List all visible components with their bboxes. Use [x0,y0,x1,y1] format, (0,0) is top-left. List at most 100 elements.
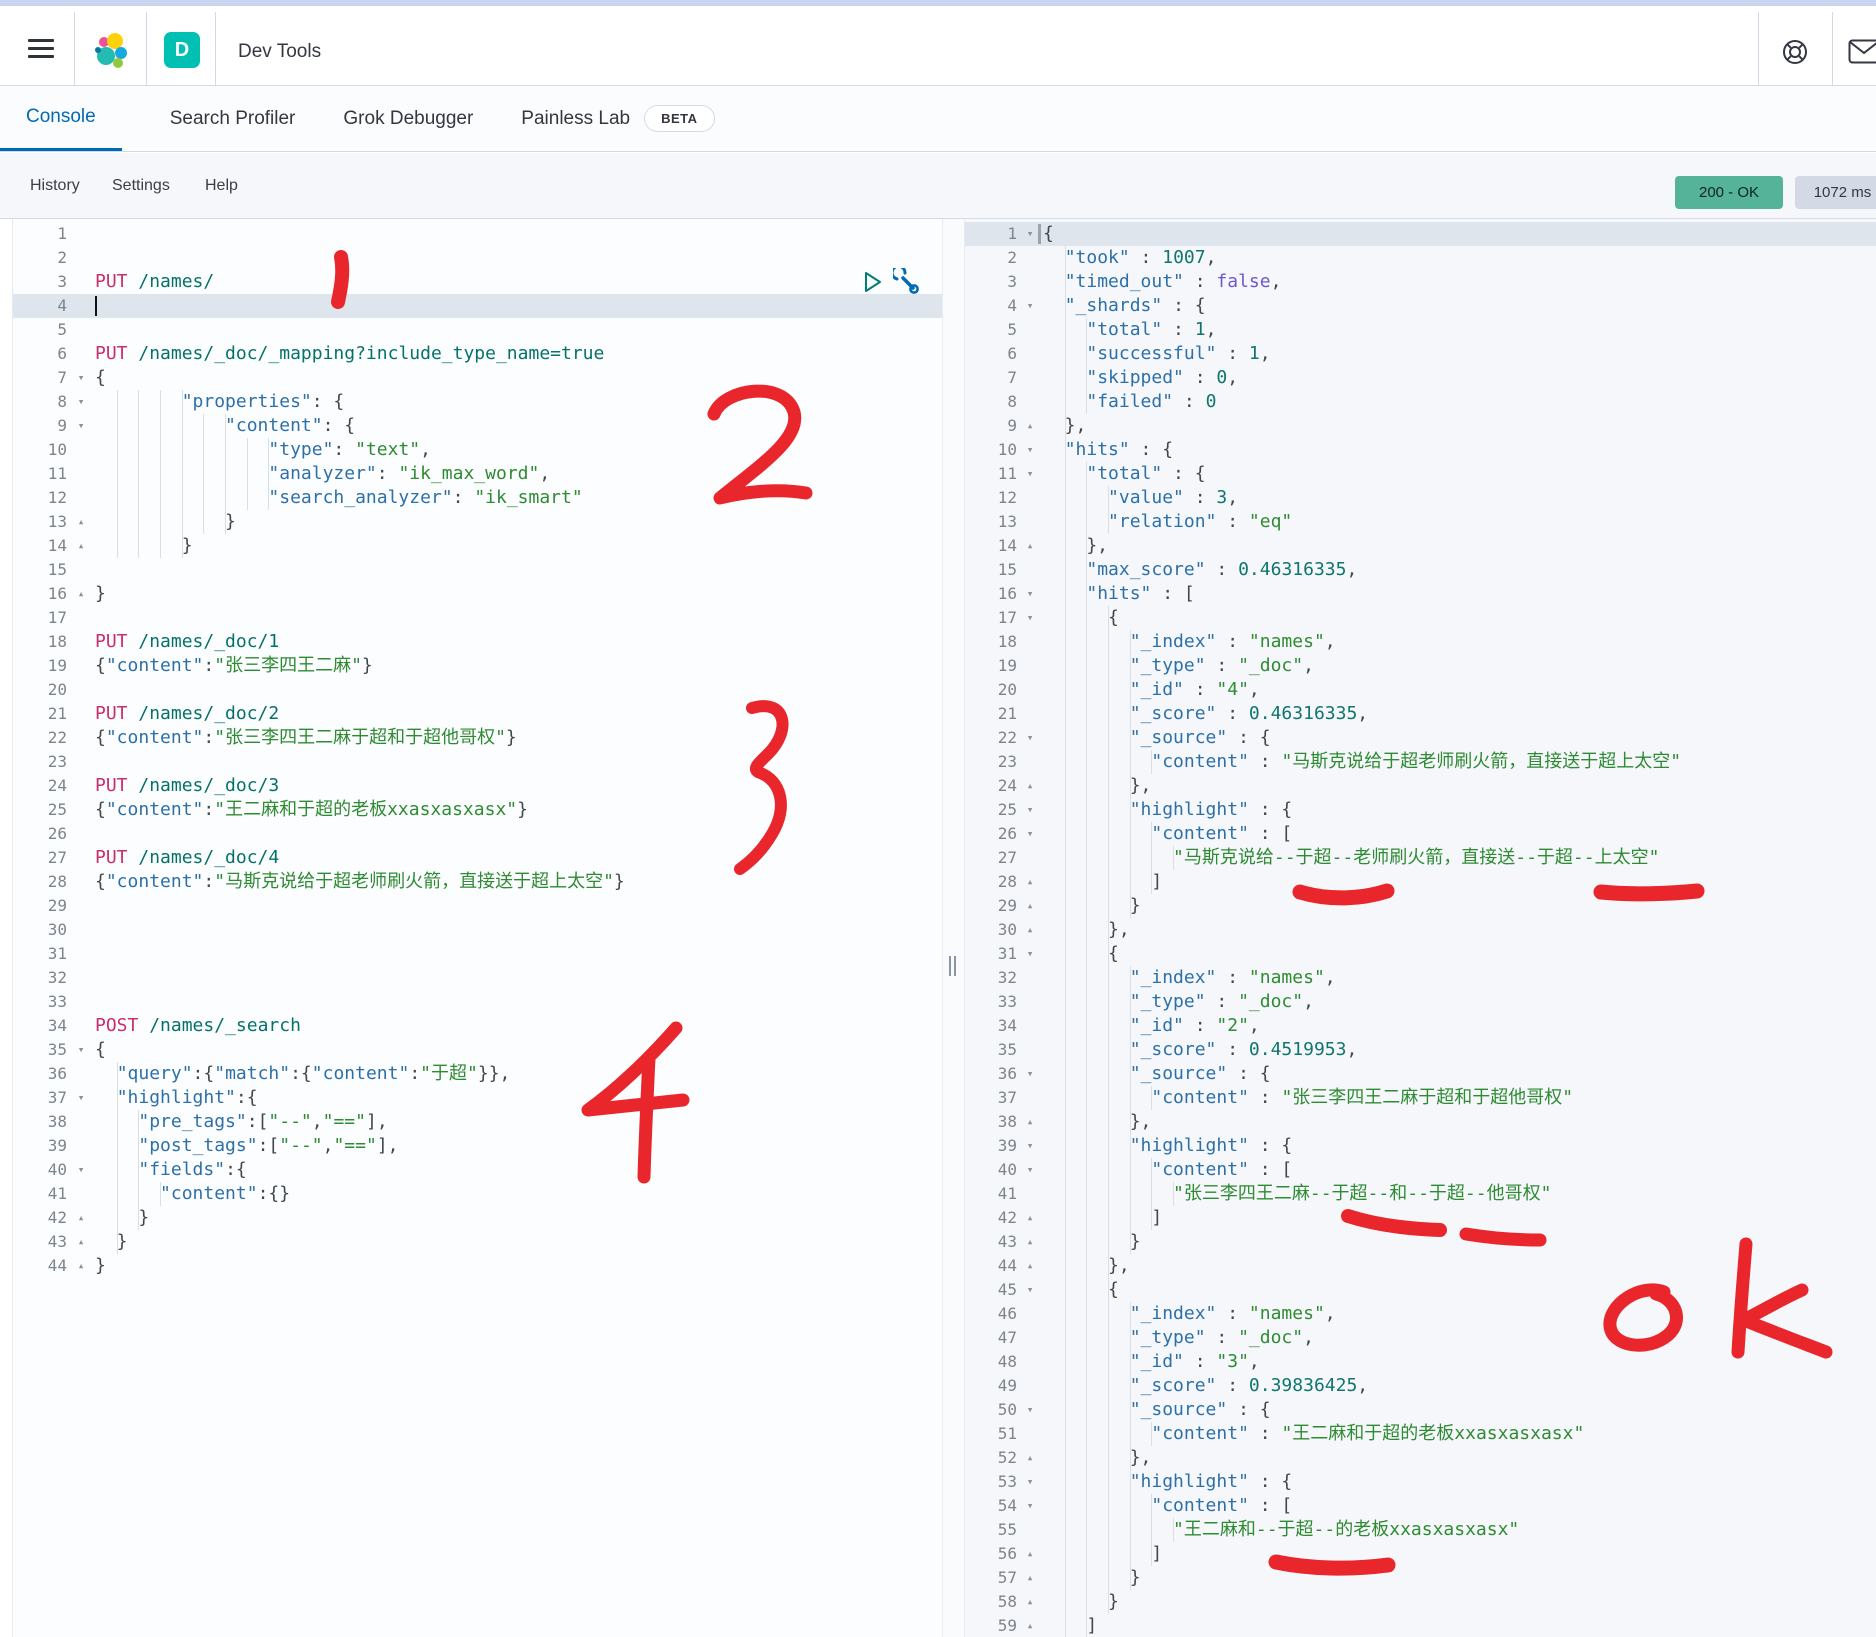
code-line[interactable]: 9▴ }, [965,414,1876,438]
code-line[interactable]: 1▾{ [965,222,1876,246]
fold-toggle-icon[interactable]: ▴ [1017,1254,1043,1278]
code-line[interactable]: 34POST /names/_search [13,1014,942,1038]
fold-toggle-icon[interactable]: ▴ [1017,1230,1043,1254]
code-line[interactable]: 39▾ "highlight" : { [965,1134,1876,1158]
code-line[interactable]: 34 "_id" : "2", [965,1014,1876,1038]
menu-icon[interactable] [28,39,54,59]
tab-painless-lab[interactable]: Painless Lab BETA [521,86,714,151]
code-line[interactable]: 53▾ "highlight" : { [965,1470,1876,1494]
code-line[interactable]: 14▴ }, [965,534,1876,558]
fold-toggle-icon[interactable]: ▾ [67,390,95,414]
code-line[interactable]: 27 "马斯克说给--于超--老师刷火箭，直接送--于超--上太空" [965,846,1876,870]
code-line[interactable]: 2 "took" : 1007, [965,246,1876,270]
code-line[interactable]: 44▴} [13,1254,942,1278]
fold-toggle-icon[interactable]: ▾ [1017,1470,1043,1494]
code-line[interactable]: 37 "content" : "张三李四王二麻于超和于超他哥权" [965,1086,1876,1110]
code-line[interactable]: 38▴ }, [965,1110,1876,1134]
fold-toggle-icon[interactable]: ▾ [1017,1062,1043,1086]
code-line[interactable]: 14▴ } [13,534,942,558]
fold-toggle-icon[interactable]: ▴ [1017,1206,1043,1230]
fold-toggle-icon[interactable]: ▴ [67,510,95,534]
code-line[interactable]: 24PUT /names/_doc/3 [13,774,942,798]
fold-toggle-icon[interactable]: ▴ [67,534,95,558]
code-line[interactable]: 5 [13,318,942,342]
fold-toggle-icon[interactable]: ▴ [1017,1110,1043,1134]
fold-toggle-icon[interactable]: ▴ [1017,774,1043,798]
fold-toggle-icon[interactable]: ▴ [1017,918,1043,942]
fold-toggle-icon[interactable]: ▾ [1017,1158,1043,1182]
code-line[interactable]: 57▴ } [965,1566,1876,1590]
code-line[interactable]: 33 [13,990,942,1014]
code-line[interactable]: 42▴ ] [965,1206,1876,1230]
mail-icon[interactable] [1848,39,1876,65]
fold-toggle-icon[interactable]: ▾ [1017,1494,1043,1518]
code-line[interactable]: 12 "search_analyzer": "ik_smart" [13,486,942,510]
wrench-icon[interactable] [893,268,920,295]
fold-toggle-icon[interactable]: ▴ [1017,1590,1043,1614]
fold-toggle-icon[interactable]: ▴ [1017,534,1043,558]
code-line[interactable]: 12 "value" : 3, [965,486,1876,510]
code-line[interactable]: 45▾ { [965,1278,1876,1302]
fold-toggle-icon[interactable]: ▾ [1017,726,1043,750]
fold-toggle-icon[interactable]: ▾ [67,1038,95,1062]
code-line[interactable]: 20 [13,678,942,702]
code-line[interactable]: 8 "failed" : 0 [965,390,1876,414]
help-icon[interactable] [1780,37,1810,67]
fold-toggle-icon[interactable]: ▴ [67,1206,95,1230]
code-line[interactable]: 31 [13,942,942,966]
code-line[interactable]: 6 "successful" : 1, [965,342,1876,366]
code-line[interactable]: 23 [13,750,942,774]
send-request-icon[interactable] [863,271,883,293]
code-line[interactable]: 30▴ }, [965,918,1876,942]
settings-menu[interactable]: Settings [112,153,170,218]
code-line[interactable]: 25▾ "highlight" : { [965,798,1876,822]
response-viewer[interactable]: 1▾{2 "took" : 1007,3 "timed_out" : false… [965,219,1876,1637]
code-line[interactable]: 13 "relation" : "eq" [965,510,1876,534]
code-line[interactable]: 50▾ "_source" : { [965,1398,1876,1422]
fold-toggle-icon[interactable]: ▾ [1017,1398,1043,1422]
code-line[interactable]: 7▾{ [13,366,942,390]
code-line[interactable]: 47 "_type" : "_doc", [965,1326,1876,1350]
code-line[interactable]: 9▾ "content": { [13,414,942,438]
code-line[interactable]: 49 "_score" : 0.39836425, [965,1374,1876,1398]
fold-toggle-icon[interactable]: ▴ [1017,1542,1043,1566]
fold-toggle-icon[interactable]: ▴ [67,1230,95,1254]
code-line[interactable]: 52▴ }, [965,1446,1876,1470]
code-line[interactable]: 5 "total" : 1, [965,318,1876,342]
fold-toggle-icon[interactable]: ▴ [67,582,95,606]
code-line[interactable]: 4▾ "_shards" : { [965,294,1876,318]
code-line[interactable]: 11▾ "total" : { [965,462,1876,486]
code-line[interactable]: 36▾ "_source" : { [965,1062,1876,1086]
code-line[interactable]: 17▾ { [965,606,1876,630]
code-line[interactable]: 24▴ }, [965,774,1876,798]
fold-toggle-icon[interactable]: ▾ [1017,606,1043,630]
fold-toggle-icon[interactable]: ▾ [1017,942,1043,966]
tab-console[interactable]: Console [0,86,122,151]
code-line[interactable]: 18 "_index" : "names", [965,630,1876,654]
code-line[interactable]: 42▴ } [13,1206,942,1230]
code-line[interactable]: 55 "王二麻和--于超--的老板xxasxasxasx" [965,1518,1876,1542]
code-line[interactable]: 21PUT /names/_doc/2 [13,702,942,726]
code-line[interactable]: 43▴ } [13,1230,942,1254]
code-line[interactable]: 22▾ "_source" : { [965,726,1876,750]
code-line[interactable]: 33 "_type" : "_doc", [965,990,1876,1014]
code-line[interactable]: 22{"content":"张三李四王二麻于超和于超他哥权"} [13,726,942,750]
fold-toggle-icon[interactable]: ▴ [67,1254,95,1278]
code-line[interactable]: 23 "content" : "马斯克说给于超老师刷火箭，直接送于超上太空" [965,750,1876,774]
code-line[interactable]: 10▾ "hits" : { [965,438,1876,462]
code-line[interactable]: 8▾ "properties": { [13,390,942,414]
fold-toggle-icon[interactable]: ▾ [1017,294,1043,318]
code-line[interactable]: 58▴ } [965,1590,1876,1614]
fold-toggle-icon[interactable]: ▾ [1017,462,1043,486]
fold-toggle-icon[interactable]: ▾ [67,414,95,438]
code-line[interactable]: 3PUT /names/ [13,270,942,294]
code-line[interactable]: 25{"content":"王二麻和于超的老板xxasxasxasx"} [13,798,942,822]
elastic-logo[interactable] [93,33,129,69]
code-line[interactable]: 29▴ } [965,894,1876,918]
code-line[interactable]: 41 "content":{} [13,1182,942,1206]
code-line[interactable]: 29 [13,894,942,918]
fold-toggle-icon[interactable]: ▾ [67,366,95,390]
code-line[interactable]: 15 "max_score" : 0.46316335, [965,558,1876,582]
request-editor[interactable]: 123PUT /names/456PUT /names/_doc/_mappin… [12,219,942,1637]
code-line[interactable]: 51 "content" : "王二麻和于超的老板xxasxasxasx" [965,1422,1876,1446]
